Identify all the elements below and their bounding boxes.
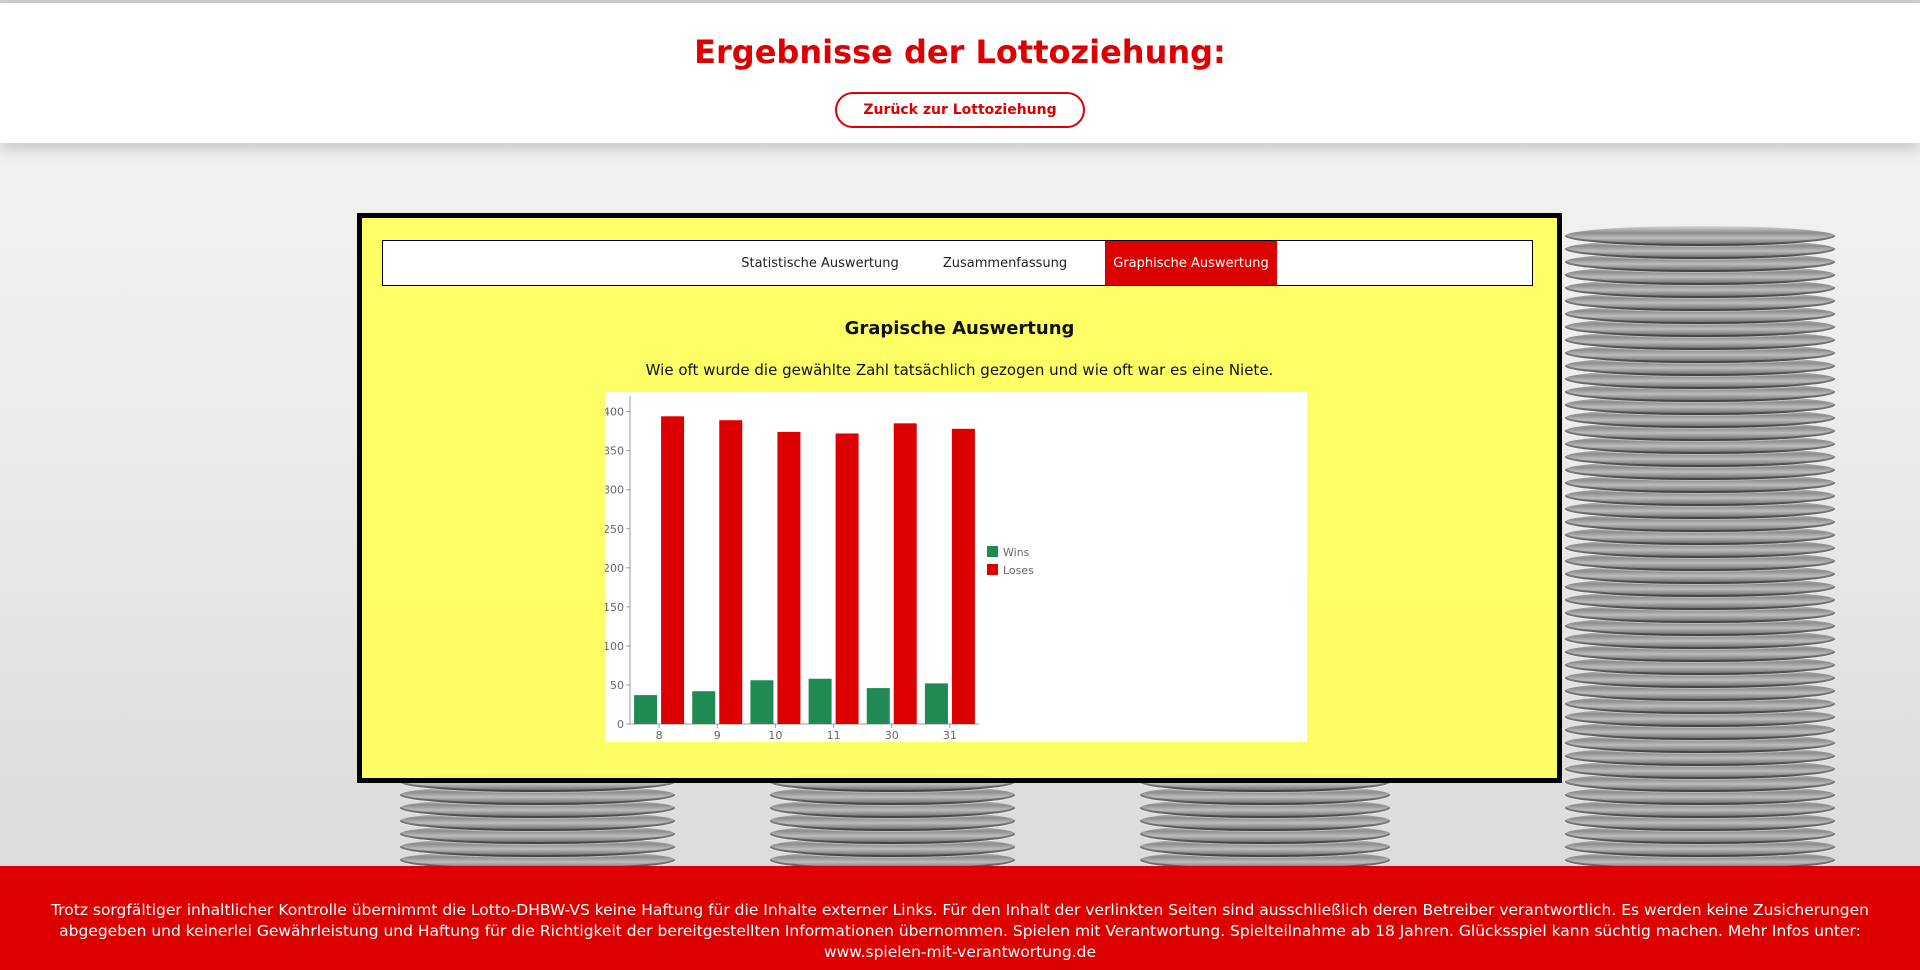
y-tick-label: 0 xyxy=(617,718,624,731)
bar-wins-9 xyxy=(692,691,716,724)
coin-stack-3 xyxy=(1140,770,1390,870)
y-tick-label: 100 xyxy=(605,640,624,653)
tab-statistics[interactable]: Statistische Auswertung xyxy=(720,241,920,285)
back-to-draw-button[interactable]: Zurück zur Lottoziehung xyxy=(835,92,1085,128)
legend-swatch-wins xyxy=(987,546,998,557)
bar-loses-10 xyxy=(777,431,801,724)
x-tick-label: 30 xyxy=(885,729,899,742)
tab-summary[interactable]: Zusammenfassung xyxy=(920,241,1090,285)
x-tick-label: 9 xyxy=(714,729,721,742)
coin-stack-2 xyxy=(770,770,1015,870)
y-tick-label: 350 xyxy=(605,445,624,458)
page-footer: Trotz sorgfältiger inhaltlicher Kontroll… xyxy=(0,866,1920,970)
bar-loses-30 xyxy=(893,423,917,724)
results-panel: Statistische Auswertung Zusammenfassung … xyxy=(357,213,1562,783)
tab-graphical[interactable]: Graphische Auswertung xyxy=(1105,241,1277,285)
page-title: Ergebnisse der Lottoziehung: xyxy=(694,33,1226,71)
bar-wins-31 xyxy=(924,683,948,724)
bar-loses-9 xyxy=(719,420,743,724)
bar-wins-30 xyxy=(866,688,890,724)
y-tick-label: 400 xyxy=(605,406,624,419)
bar-loses-11 xyxy=(835,433,859,724)
x-tick-label: 8 xyxy=(656,729,663,742)
bar-loses-31 xyxy=(951,428,975,724)
y-tick-label: 250 xyxy=(605,523,624,536)
page-header: Ergebnisse der Lottoziehung: Zurück zur … xyxy=(0,3,1920,143)
x-tick-label: 31 xyxy=(943,729,957,742)
bar-wins-11 xyxy=(808,678,832,724)
section-description: Wie oft wurde die gewählte Zahl tatsächl… xyxy=(645,361,1274,379)
chart-svg: 0 50 100 150 200 250 300 350 400 8 9 10 11 30 31 Wins Lo… xyxy=(605,396,1034,742)
bar-loses-8 xyxy=(661,416,685,724)
y-tick-label: 150 xyxy=(605,601,624,614)
coin-stack-4 xyxy=(1565,225,1835,870)
tab-bar: Statistische Auswertung Zusammenfassung … xyxy=(382,240,1533,286)
y-tick-label: 300 xyxy=(605,484,624,497)
coin xyxy=(1565,226,1835,246)
bar-wins-8 xyxy=(634,695,658,724)
bar-wins-10 xyxy=(750,680,774,724)
x-tick-label: 10 xyxy=(768,729,782,742)
y-tick-label: 50 xyxy=(610,679,624,692)
disclaimer-text: Trotz sorgfältiger inhaltlicher Kontroll… xyxy=(51,901,1869,961)
bar-chart: 0 50 100 150 200 250 300 350 400 8 9 10 11 30 31 Wins Lo… xyxy=(605,392,1307,742)
coin-stack-1 xyxy=(400,770,675,870)
y-tick-label: 200 xyxy=(605,562,624,575)
legend-label-loses: Loses xyxy=(1003,564,1034,577)
legend-swatch-loses xyxy=(987,564,998,575)
legend-label-wins: Wins xyxy=(1003,546,1030,559)
x-tick-label: 11 xyxy=(827,729,841,742)
section-title: Grapische Auswertung xyxy=(844,318,1075,339)
